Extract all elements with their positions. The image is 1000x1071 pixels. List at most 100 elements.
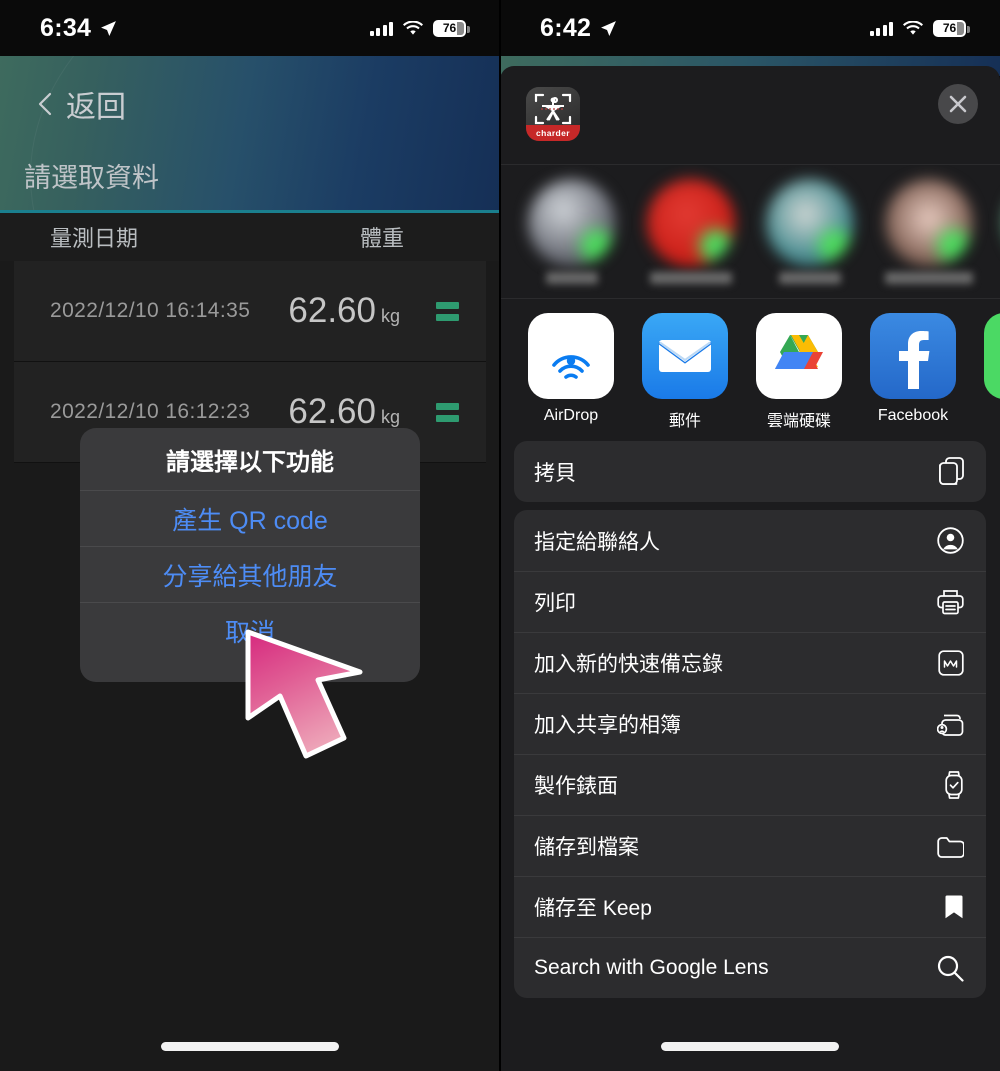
facebook-icon [870,313,956,399]
table-header: 量測日期 體重 [0,213,500,261]
action-label: 加入共享的相簿 [534,714,681,737]
generate-qr-code-button[interactable]: 產生 QR code [80,490,420,546]
search-icon [932,955,964,982]
action-assign-to-contact[interactable]: 指定給聯絡人 [514,510,986,571]
action-search-google-lens[interactable]: Search with Google Lens [514,937,986,998]
status-time-left: 6:34 [40,14,117,43]
back-button-label: 返回 [66,91,126,124]
pointer-arrow-cursor [245,629,363,759]
table-row[interactable]: 2022/12/10 16:14:35 62.60 kg [14,261,486,362]
bookmark-icon [932,894,964,920]
share-target-mail[interactable]: 郵件 [642,313,728,431]
list-item[interactable] [766,179,854,284]
list-item[interactable] [528,179,616,284]
action-create-watch-face[interactable]: 製作錶面 [514,754,986,815]
battery-indicator: 76 [433,19,470,37]
row-weight-value: 62.60 [288,392,376,431]
action-save-to-keep[interactable]: 儲存至 Keep [514,876,986,937]
status-bar-left: 6:34 76 [0,0,500,56]
row-weight: 62.60 kg [288,291,400,331]
row-weight-unit: kg [380,407,400,427]
location-arrow-icon [601,20,617,36]
action-label: 製作錶面 [534,775,618,798]
suggested-contacts-row [500,164,1000,299]
action-print[interactable]: 列印 [514,571,986,632]
share-apps-row: AirDrop 郵件 雲端硬碟 Facebook [500,299,1000,433]
app-list: AirDrop 郵件 雲端硬碟 Facebook [500,299,1000,431]
battery-indicator: 76 [933,19,970,37]
printer-icon [932,589,964,615]
share-target-drive[interactable]: 雲端硬碟 [756,313,842,431]
share-target-airdrop[interactable]: AirDrop [528,313,614,431]
google-drive-icon [756,313,842,399]
row-weight: 62.60 kg [288,392,400,432]
avatar [766,179,854,267]
back-button[interactable]: 返回 [38,82,126,126]
close-button[interactable] [938,84,978,124]
copy-icon [932,457,964,486]
action-group-copy: 拷貝 [514,441,986,502]
row-weight-unit: kg [380,306,400,326]
battery-level-label: 76 [442,21,457,35]
action-label: 列印 [534,592,576,615]
status-time-right: 6:42 [540,14,617,43]
home-indicator[interactable] [161,1042,339,1051]
list-item[interactable] [885,179,973,284]
action-add-shared-album[interactable]: 加入共享的相簿 [514,693,986,754]
row-date: 2022/12/10 16:14:35 [50,299,251,322]
column-header-date: 量測日期 [50,226,139,251]
row-weight-value: 62.60 [288,291,376,330]
action-label: 指定給聯絡人 [534,530,660,554]
reorder-handle-icon[interactable] [436,301,459,321]
charder-app-icon: charder [526,87,580,141]
contact-name [546,272,598,284]
page-title: 請選取資料 [24,163,159,193]
action-label: 加入新的快速備忘錄 [534,653,723,676]
action-save-to-files[interactable]: 儲存到檔案 [514,815,986,876]
contact-circle-icon [932,527,964,554]
location-arrow-icon [101,20,117,36]
cellular-bars-icon [869,21,893,36]
status-indicators-right: 76 [869,19,970,37]
app-label: Facebook [877,407,949,424]
right-phone-screen: 6:42 76 charder AirDrop 郵件 雲端硬碟 Facebook… [500,0,1000,1071]
action-label: 儲存至 Keep [534,897,652,920]
share-sheet: charder AirDrop 郵件 雲端硬碟 Facebook 拷貝 指定給聯… [500,66,1000,1071]
action-label: Search with Google Lens [534,956,769,979]
wifi-icon [403,20,423,35]
contact-name [885,272,973,284]
status-indicators-left: 76 [369,19,470,37]
close-icon [949,95,967,113]
reorder-handle-icon[interactable] [436,402,459,422]
watch-face-icon [932,771,964,799]
avatar [885,179,973,267]
shared-album-icon [932,712,964,737]
wifi-icon [903,20,923,35]
battery-level-label: 76 [942,21,957,35]
quick-note-icon [932,650,964,676]
contact-name [779,272,841,284]
action-group-main: 指定給聯絡人 列印 加入新的快速備忘錄 加入共享的相簿 製作錶面 儲存到檔案 儲… [514,510,986,998]
home-indicator[interactable] [661,1042,839,1051]
avatar [528,179,616,267]
app-label: 郵件 [668,413,701,430]
row-date: 2022/12/10 16:12:23 [50,400,251,423]
column-header-weight: 體重 [359,226,404,251]
app-label: AirDrop [543,407,599,424]
avatar [647,179,735,267]
status-time-label: 6:42 [540,13,592,42]
folder-icon [932,835,964,858]
action-add-quick-note[interactable]: 加入新的快速備忘錄 [514,632,986,693]
status-time-label: 6:34 [40,13,92,42]
share-target-facebook[interactable]: Facebook [870,313,956,431]
airdrop-icon [528,313,614,399]
action-label: 儲存到檔案 [534,836,639,859]
list-item[interactable] [647,179,735,284]
body-scan-icon [534,93,572,125]
status-bar-right: 6:42 76 [500,0,1000,56]
share-sheet-header: charder [500,66,1000,164]
action-copy[interactable]: 拷貝 [514,441,986,502]
panel-divider [499,0,501,1071]
suggestion-list [500,165,1000,284]
share-target-green-app[interactable] [984,313,1000,431]
